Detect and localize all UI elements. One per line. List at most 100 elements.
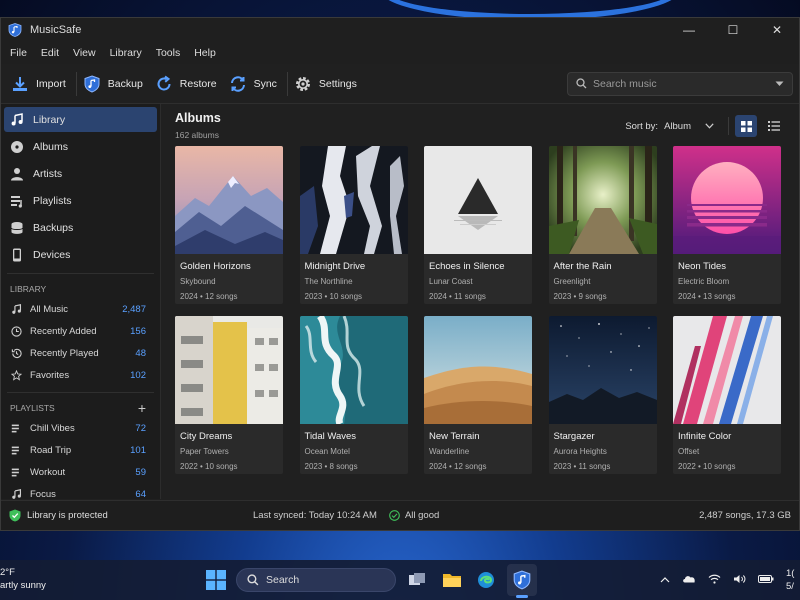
taskbar-search[interactable]: Search [236,568,396,592]
weather-widget[interactable]: 2°F artly sunny [0,566,46,592]
album-card[interactable]: City Dreams Paper Towers 2022 • 10 songs [175,316,283,474]
album-cover-dunes [424,316,532,424]
wifi-icon[interactable] [708,574,721,587]
file-explorer-icon[interactable] [440,568,464,592]
sort-label: Sort by: [625,120,659,132]
dropdown-arrow-icon[interactable] [775,81,784,87]
recently-played-label: Recently Played [30,347,99,359]
edge-browser-icon[interactable] [474,568,498,592]
windows-start-icon[interactable] [206,570,226,590]
album-title: Golden Horizons [180,261,251,272]
album-card[interactable]: New Terrain Wanderline 2024 • 12 songs [424,316,532,474]
recently-played-count: 48 [135,347,146,359]
playlist-label: Workout [30,466,66,478]
album-meta: 2022 • 10 songs [180,462,238,471]
add-playlist-button[interactable]: + [138,400,146,416]
chevron-up-icon[interactable] [660,574,670,586]
volume-icon[interactable] [733,574,746,587]
app-logo-icon [8,23,22,37]
weather-desc: artly sunny [0,580,46,591]
battery-icon[interactable] [758,574,774,586]
minimize-button[interactable]: — [667,18,711,42]
all-music-label: All Music [30,303,69,315]
album-title: Stargazer [553,431,595,442]
sidebar-playlist-focus[interactable]: Focus 64 [1,483,160,499]
restore-button[interactable]: Restore [151,68,225,100]
sidebar-item-favorites[interactable]: Favorites 102 [1,364,160,386]
backup-button[interactable]: Backup [79,68,151,100]
task-view-icon[interactable] [405,568,429,592]
nav-backups[interactable]: Backups [4,215,157,240]
nav-artists[interactable]: Artists [4,161,157,186]
health-status: All good [389,510,439,521]
favorites-count: 102 [130,369,146,381]
app-window: MusicSafe — ☐ ✕ File Edit View Library T… [0,17,800,531]
album-title: After the Rain [553,261,612,272]
clock-icon [11,325,22,337]
playlists-section-heading: PLAYLISTS + [1,399,160,417]
search-icon [576,78,587,89]
sidebar-item-all-music[interactable]: All Music 2,487 [1,298,160,320]
grid-view-button[interactable] [735,115,757,137]
album-card[interactable]: Neon Tides Electric Bloom 2024 • 13 song… [673,146,781,304]
nav-albums[interactable]: Albums [4,134,157,159]
album-card[interactable]: Tidal Waves Ocean Motel 2023 • 8 songs [299,316,408,474]
playlist-count: 101 [130,444,146,456]
nav-playlists-label: Playlists [33,194,72,207]
gear-icon [295,76,310,91]
musicsafe-taskbar-icon[interactable] [510,568,534,592]
album-card[interactable]: Echoes in Silence Lunar Coast 2024 • 11 … [424,146,532,304]
active-app-indicator [516,595,528,598]
sidebar-item-recently-added[interactable]: Recently Added 156 [1,320,160,342]
sync-button[interactable]: Sync [225,68,285,100]
chevron-down-icon[interactable] [705,123,714,129]
nav-devices[interactable]: Devices [4,242,157,267]
playlists-heading: PLAYLISTS [10,403,55,413]
album-card[interactable]: After the Rain Greenlight 2023 • 9 songs [548,146,657,304]
menu-tools[interactable]: Tools [149,47,188,59]
app-title: MusicSafe [30,24,82,36]
taskbar: 2°F artly sunny Search 1(5/ [0,560,800,600]
all-music-count: 2,487 [122,303,146,315]
album-card[interactable]: Infinite Color Offset 2022 • 10 songs [673,316,781,474]
album-meta: 2024 • 12 songs [429,462,487,471]
nav-library[interactable]: Library [4,107,157,132]
sidebar-playlist-chill-vibes[interactable]: Chill Vibes 72 [1,417,160,439]
import-button[interactable]: Import [7,68,74,100]
menu-view[interactable]: View [66,47,103,59]
album-grid: Golden Horizons Skybound 2024 • 12 songs [175,146,785,474]
menu-edit[interactable]: Edit [34,47,66,59]
album-cover-abstract-dark [299,146,408,254]
search-input[interactable] [593,77,775,90]
sidebar-divider [7,273,154,274]
menu-help[interactable]: Help [187,47,223,59]
sidebar-item-recently-played[interactable]: Recently Played 48 [1,342,160,364]
album-card[interactable]: Golden Horizons Skybound 2024 • 12 songs [175,146,283,304]
search-box [567,71,793,96]
playlist-count: 64 [135,488,146,500]
person-icon [11,167,23,180]
all-good-label: All good [404,510,440,521]
list-view-button[interactable] [763,115,785,137]
album-title: Midnight Drive [304,261,366,272]
album-meta: 2024 • 11 songs [429,292,486,301]
album-meta: 2023 • 10 songs [304,292,363,301]
sidebar-playlist-road-trip[interactable]: Road Trip 101 [1,439,160,461]
sort-dropdown[interactable]: Album [664,121,691,132]
protected-label: Library is protected [27,510,108,521]
onedrive-cloud-icon[interactable] [682,574,696,586]
sidebar-playlist-workout[interactable]: Workout 59 [1,461,160,483]
album-card[interactable]: Stargazer Aurora Heights 2023 • 11 songs [548,316,657,474]
menu-library[interactable]: Library [103,47,149,59]
settings-button[interactable]: Settings [290,68,365,100]
close-button[interactable]: ✕ [755,18,799,42]
album-artist: The Northline [304,277,353,286]
nav-devices-label: Devices [33,248,71,261]
menu-file[interactable]: File [3,47,34,59]
album-meta: 2023 • 9 songs [553,292,607,301]
album-cover-paint [673,316,781,424]
nav-playlists[interactable]: Playlists [4,188,157,213]
album-card[interactable]: Midnight Drive The Northline 2023 • 10 s… [299,146,408,304]
taskbar-clock[interactable]: 1( 5/ [786,567,800,593]
maximize-button[interactable]: ☐ [711,18,755,42]
